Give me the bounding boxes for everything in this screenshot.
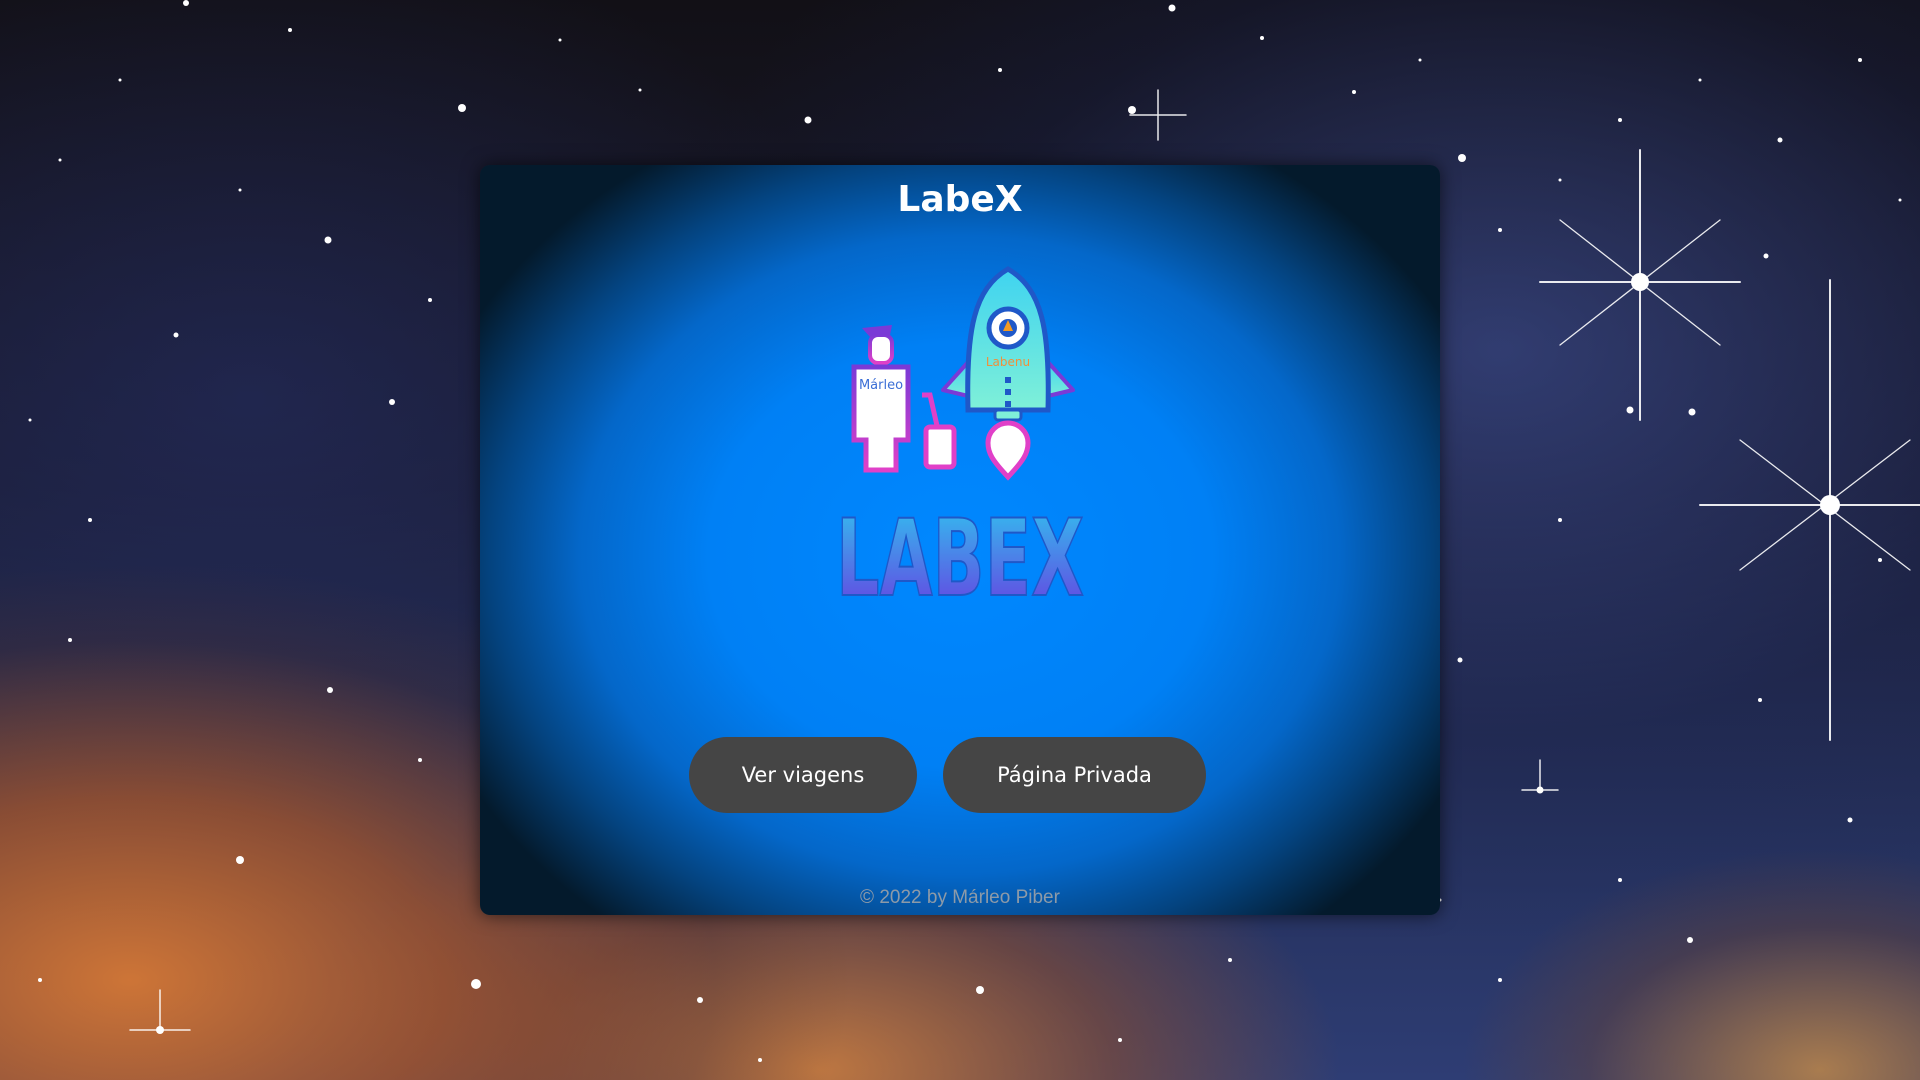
footer-copyright: © 2022 by Márleo Piber [860,887,1060,908]
labex-wordmark: LABEX [836,497,1084,620]
person-label: Márleo [859,378,903,393]
main-card: LabeX Márleo Labenu LABEX Ver viagens Pá… [480,165,1440,915]
rocket-label: Labenu [986,355,1030,369]
view-trips-button[interactable]: Ver viagens [689,737,917,813]
suitcase-icon [922,392,957,470]
location-pin-icon [985,420,1031,481]
traveler-icon: Márleo [851,325,911,473]
private-page-button[interactable]: Página Privada [943,737,1206,813]
labex-logo: Márleo Labenu LABEX [835,266,1085,621]
page-title: LabeX [897,179,1023,220]
rocket-icon: Labenu [941,266,1075,422]
